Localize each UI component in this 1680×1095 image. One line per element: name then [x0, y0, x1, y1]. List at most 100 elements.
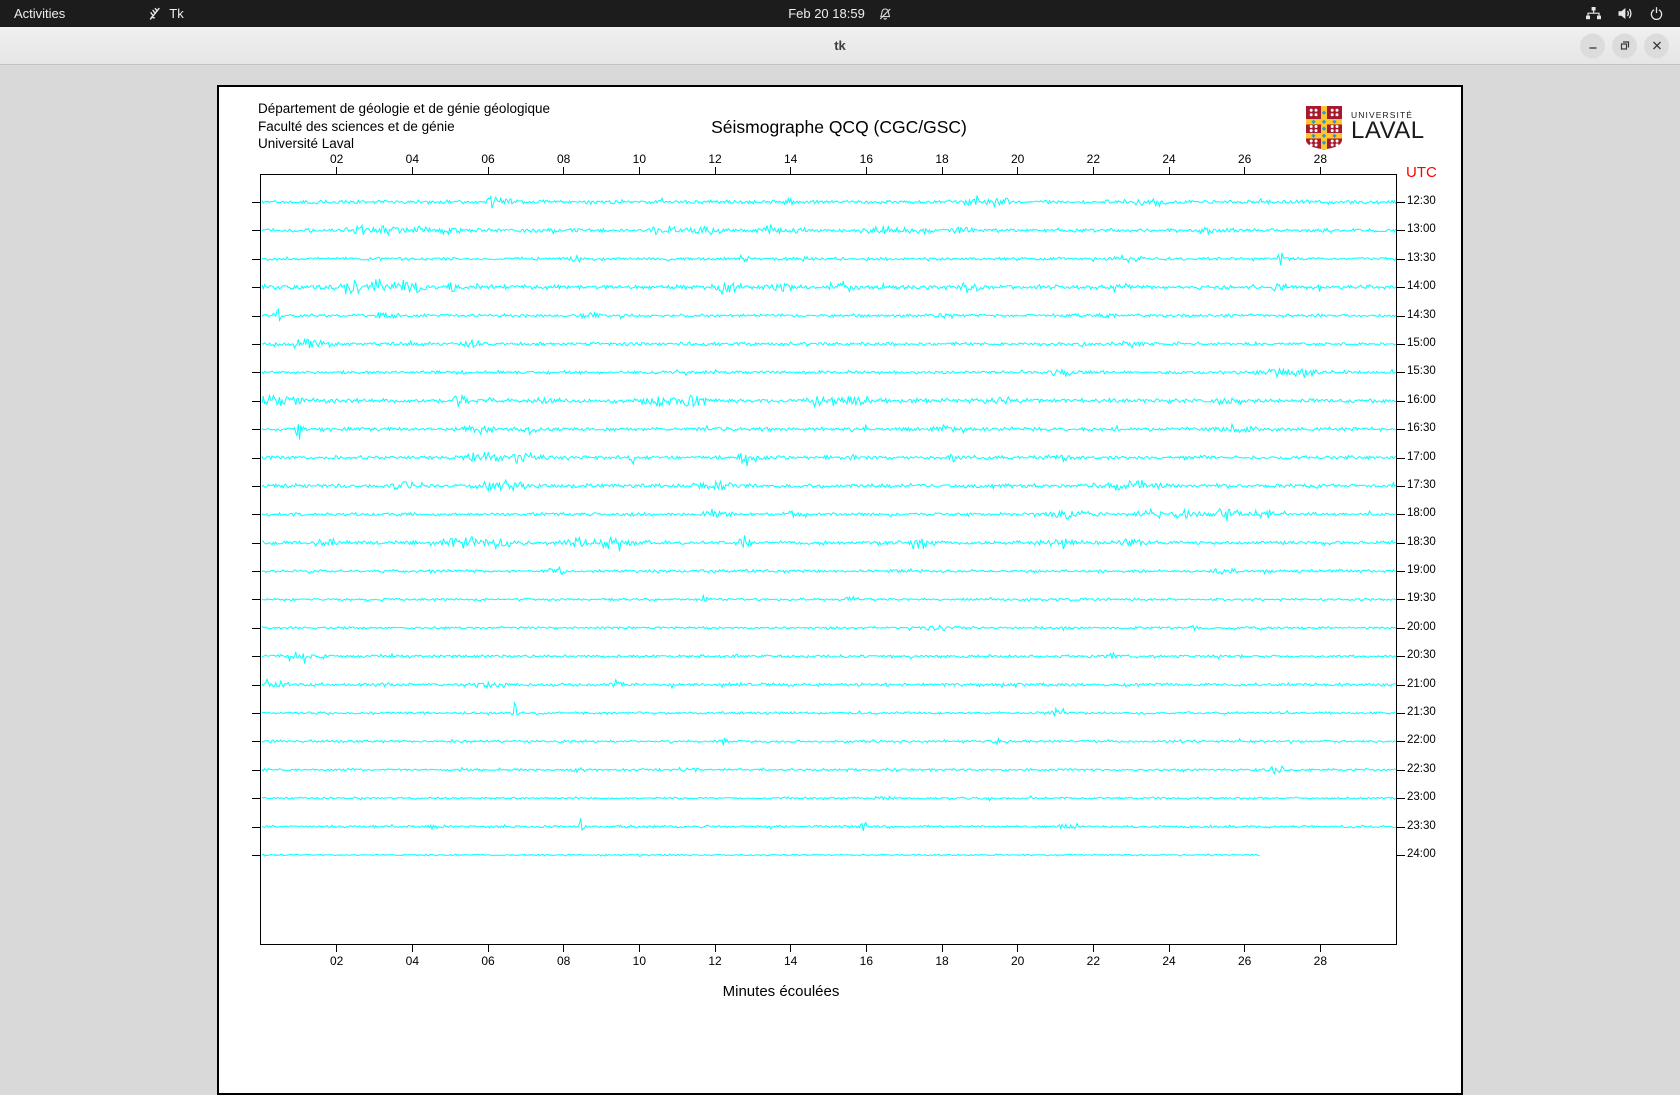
x-axis-tick-bottom	[941, 945, 943, 952]
utc-tick-label: 13:30	[1407, 251, 1436, 264]
clock-label: Feb 20 18:59	[788, 6, 865, 21]
x-axis-tick-label-bottom: 20	[1010, 954, 1025, 968]
utc-tick-right	[1397, 656, 1405, 658]
seismogram-trace	[261, 677, 1396, 690]
utc-tick-right	[1397, 571, 1405, 573]
seismogram-trace	[261, 853, 1260, 858]
x-axis-tick-label-top: 16	[859, 152, 874, 166]
network-icon	[1585, 6, 1602, 21]
seismogram-trace	[261, 393, 1396, 409]
utc-tick-label: 23:00	[1407, 791, 1436, 804]
utc-tick-label: 17:00	[1407, 450, 1436, 463]
utc-tick-right	[1397, 826, 1405, 828]
utc-tick-left	[252, 258, 260, 260]
window-titlebar[interactable]: tk	[0, 27, 1680, 65]
utc-tick-left	[252, 485, 260, 487]
x-axis-tick-label-top: 10	[632, 152, 647, 166]
window-content: Département de géologie et de génie géol…	[0, 66, 1680, 1095]
utc-tick-left	[252, 627, 260, 629]
utc-tick-label: 19:30	[1407, 592, 1436, 605]
utc-tick-left	[252, 315, 260, 317]
maximize-button[interactable]	[1612, 33, 1637, 58]
x-axis-tick-bottom	[865, 945, 867, 952]
seismogram-trace	[261, 535, 1396, 552]
utc-tick-left	[252, 798, 260, 800]
top-bar-right	[1575, 0, 1674, 27]
utc-tick-left	[252, 400, 260, 402]
x-axis-tick-top	[1092, 167, 1094, 174]
utc-tick-left	[252, 656, 260, 658]
utc-tick-left	[252, 457, 260, 459]
utc-tick-left	[252, 343, 260, 345]
x-axis-tick-top	[790, 167, 792, 174]
x-axis-tick-top	[638, 167, 640, 174]
utc-tick-label: 24:00	[1407, 847, 1436, 860]
x-axis-tick-top	[563, 167, 565, 174]
utc-tick-label: 14:30	[1407, 308, 1436, 321]
app-menu-button[interactable]: Tk	[134, 0, 197, 27]
utc-tick-label: 21:30	[1407, 706, 1436, 719]
seismogram-trace	[261, 818, 1396, 831]
minimize-button[interactable]	[1580, 33, 1605, 58]
activities-button[interactable]: Activities	[0, 0, 79, 27]
window-title: tk	[834, 38, 846, 53]
seismogram-trace	[261, 794, 1396, 802]
x-axis-tick-label-top: 28	[1313, 152, 1328, 166]
x-axis-tick-label-bottom: 08	[556, 954, 571, 968]
x-axis-tick-bottom	[714, 945, 716, 952]
close-button[interactable]	[1644, 33, 1669, 58]
x-axis-tick-bottom	[487, 945, 489, 952]
utc-tick-label: 15:00	[1407, 336, 1436, 349]
x-axis-tick-top	[714, 167, 716, 174]
utc-tick-label: 22:30	[1407, 762, 1436, 775]
chart-title: Séismographe QCQ (CGC/GSC)	[711, 117, 967, 137]
x-axis-tick-label-bottom: 02	[329, 954, 344, 968]
utc-tick-right	[1397, 769, 1405, 771]
seismogram-trace	[261, 624, 1396, 632]
notifications-disabled-icon	[878, 7, 892, 21]
utc-tick-right	[1397, 627, 1405, 629]
utc-tick-right	[1397, 372, 1405, 374]
utc-tick-left	[252, 741, 260, 743]
seismogram-trace	[261, 701, 1396, 717]
x-axis-tick-top	[411, 167, 413, 174]
utc-tick-label: 18:00	[1407, 507, 1436, 520]
utc-tick-left	[252, 230, 260, 232]
seismogram-trace	[261, 736, 1396, 746]
utc-tick-left	[252, 514, 260, 516]
x-axis-tick-label-top: 26	[1237, 152, 1252, 166]
utc-tick-left	[252, 372, 260, 374]
utc-tick-right	[1397, 542, 1405, 544]
utc-tick-left	[252, 429, 260, 431]
plot-area	[260, 174, 1397, 945]
seismogram-trace	[261, 278, 1396, 296]
utc-tick-label: 13:00	[1407, 223, 1436, 236]
utc-tick-right	[1397, 485, 1405, 487]
clock-button[interactable]: Feb 20 18:59	[774, 0, 906, 27]
x-axis-tick-bottom	[1017, 945, 1019, 952]
system-status-area[interactable]	[1575, 0, 1674, 27]
x-axis-tick-bottom	[638, 945, 640, 952]
laval-logo: UNIVERSITÉ LAVAL	[1305, 105, 1425, 150]
x-axis-tick-label-top: 22	[1086, 152, 1101, 166]
x-axis-tick-bottom	[336, 945, 338, 952]
utc-axis-title: UTC	[1406, 164, 1437, 181]
x-axis-tick-top	[865, 167, 867, 174]
x-axis-tick-label-bottom: 06	[481, 954, 495, 968]
top-bar-center: Feb 20 18:59	[774, 0, 906, 27]
x-axis-tick-label-bottom: 26	[1237, 954, 1252, 968]
x-axis-tick-label-top: 18	[935, 152, 949, 166]
x-axis-tick-bottom	[411, 945, 413, 952]
volume-icon	[1617, 6, 1634, 21]
x-axis-title: Minutes écoulées	[722, 983, 840, 1000]
utc-tick-label: 19:00	[1407, 564, 1436, 577]
seismogram-trace	[261, 507, 1396, 522]
utc-tick-right	[1397, 258, 1405, 260]
seismogram-trace	[261, 223, 1396, 237]
x-axis-tick-top	[941, 167, 943, 174]
x-axis-tick-label-bottom: 16	[859, 954, 874, 968]
utc-tick-right	[1397, 514, 1405, 516]
x-axis-tick-label-bottom: 12	[708, 954, 722, 968]
utc-tick-label: 18:30	[1407, 535, 1436, 548]
utc-tick-label: 12:30	[1407, 195, 1436, 207]
